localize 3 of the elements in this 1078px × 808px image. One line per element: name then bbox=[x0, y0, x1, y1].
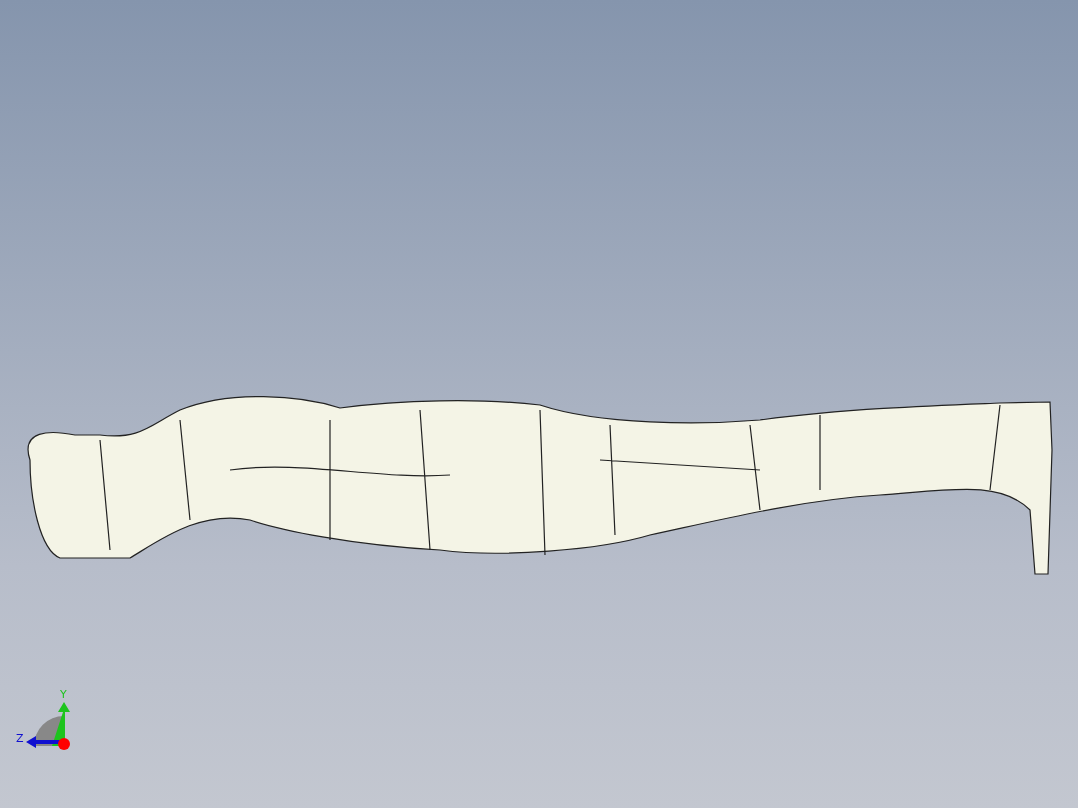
z-axis-label: Z bbox=[16, 732, 24, 745]
axis-triad-drawing bbox=[26, 702, 70, 750]
y-axis-label: Y bbox=[60, 688, 67, 701]
